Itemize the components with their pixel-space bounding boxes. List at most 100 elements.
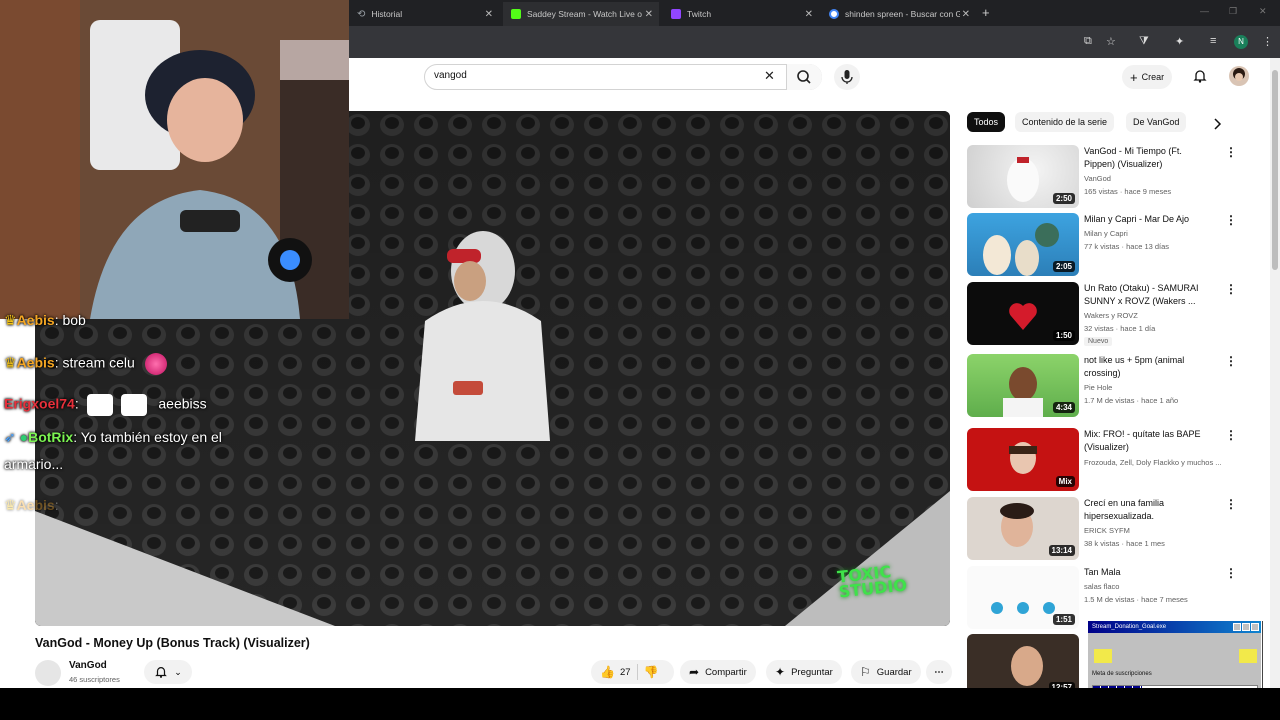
bell-icon [155, 667, 168, 678]
scrollbar-thumb[interactable] [1272, 70, 1278, 270]
channel-name[interactable]: VanGod [69, 660, 107, 671]
more-vertical-icon[interactable]: ⋮ [1225, 213, 1237, 227]
install-app-icon[interactable]: ⧉ [1084, 35, 1092, 48]
video-title: VanGod - Money Up (Bonus Track) (Visuali… [35, 636, 310, 650]
subscriber-count: 46 suscriptores [69, 675, 120, 684]
close-icon [1251, 623, 1259, 631]
sword-icon: ➶ [4, 429, 16, 445]
more-vertical-icon[interactable]: ⋮ [1225, 566, 1237, 580]
more-vertical-icon[interactable]: ⋮ [1225, 497, 1237, 511]
video-thumbnail[interactable]: Mix [967, 428, 1079, 491]
more-horizontal-icon: ⋯ [934, 666, 944, 678]
recommendation-title[interactable]: Un Rato (Otaku) - SAMURAI SUNNY x ROVZ (… [1084, 282, 1204, 308]
google-icon [829, 9, 839, 19]
recommendation-title[interactable]: not like us + 5pm (animal crossing) [1084, 354, 1204, 380]
account-avatar[interactable] [1229, 66, 1249, 86]
browser-menu-icon[interactable]: ⋮ [1262, 35, 1273, 48]
recommendation-channel[interactable]: Pie Hole [1084, 383, 1112, 392]
new-tab-button[interactable]: + [982, 5, 990, 20]
clear-search-icon[interactable]: ✕ [764, 68, 775, 84]
chat-message: ➶ ●BotRix: Yo también estoy en el [4, 429, 222, 445]
more-actions-button[interactable]: ⋯ [926, 660, 952, 684]
notifications-button[interactable] [1192, 68, 1208, 89]
history-icon: ⟲ [357, 8, 366, 20]
plus-icon: + [1130, 69, 1138, 85]
close-tab-icon[interactable]: ✕ [485, 9, 493, 20]
chip-series-content[interactable]: Contenido de la serie [1015, 112, 1115, 132]
browser-profile-avatar[interactable]: N [1234, 35, 1248, 49]
toxic-studio-watermark: TOXIC STUDIO [836, 562, 908, 602]
more-vertical-icon[interactable]: ⋮ [1225, 282, 1237, 296]
extensions-icon[interactable]: ⧩ [1139, 35, 1149, 48]
close-tab-icon[interactable]: ✕ [962, 9, 970, 20]
mic-icon [841, 70, 853, 84]
video-thumbnail[interactable]: 2:50 [967, 145, 1079, 208]
search-box[interactable] [424, 64, 822, 90]
recommendation-channel[interactable]: ERICK SYFM [1084, 526, 1130, 535]
tab-saddey-stream[interactable]: Saddey Stream - Watch Live on ✕ [503, 2, 659, 26]
tab-title: Twitch [687, 9, 712, 19]
chat-message-continued: armario... [4, 456, 64, 472]
thumbs-up-icon: 👍 [600, 665, 615, 679]
video-thumbnail[interactable]: 2:05 [967, 213, 1079, 276]
voice-search-button[interactable] [834, 64, 860, 90]
maximize-icon[interactable]: ❐ [1229, 6, 1237, 17]
recommendation-meta: 1.5 M de vistas · hace 7 meses [1084, 595, 1188, 604]
video-thumbnail[interactable]: 1:51 [967, 566, 1079, 629]
recommendation-channel[interactable]: salas flaco [1084, 582, 1119, 591]
video-duration: 4:34 [1052, 402, 1075, 413]
recommendation-title[interactable]: Milan y Capri - Mar De Ajo [1084, 213, 1204, 226]
close-window-icon[interactable]: ✕ [1259, 6, 1267, 17]
stream-chat-overlay: ♛Aebis: bob ♛Aebis: stream celu Erigxoel… [0, 310, 349, 520]
crown-icon: ♛ [4, 312, 17, 328]
recommendation-title[interactable]: VanGod - Mi Tiempo (Ft. Pippen) (Visuali… [1084, 145, 1204, 171]
bell-icon [1193, 70, 1207, 83]
tab-google-search[interactable]: shinden spreen - Buscar con Go ✕ [821, 2, 976, 26]
more-vertical-icon[interactable]: ⋮ [1225, 428, 1237, 442]
tab-twitch[interactable]: Twitch ✕ [663, 2, 819, 26]
pin-extension-icon[interactable]: ✦ [1175, 35, 1184, 48]
more-vertical-icon[interactable]: ⋮ [1225, 145, 1237, 159]
dislike-button[interactable]: 👎 [644, 665, 659, 679]
search-button[interactable] [786, 64, 822, 90]
recommendation-meta: 77 k vistas · hace 13 días [1084, 242, 1170, 251]
kick-icon [511, 9, 521, 19]
minimize-icon[interactable]: — [1200, 6, 1209, 16]
ask-button[interactable]: ✦ Preguntar [766, 660, 842, 684]
recommendation-title[interactable]: Mix: FRO! - quítate las BAPE (Visualizer… [1084, 428, 1204, 454]
tab-historial[interactable]: ⟲ Historial ✕ [349, 2, 499, 26]
like-dislike-group: 👍 27 👎 [591, 660, 674, 684]
recommendation-channel[interactable]: Frozouda, Zell, Doly Flackko y muchos ..… [1084, 458, 1222, 467]
chevron-right-icon[interactable] [1212, 117, 1222, 135]
share-button[interactable]: ➦ Compartir [680, 660, 756, 684]
recommendation-channel[interactable]: Milan y Capri [1084, 229, 1128, 238]
close-tab-icon[interactable]: ✕ [805, 9, 813, 20]
reading-list-icon[interactable]: ≡ [1210, 35, 1216, 47]
thumbs-down-icon: 👎 [643, 665, 659, 679]
recommendation-channel[interactable]: Wakers y ROVZ [1084, 311, 1138, 320]
recommendation-channel[interactable]: VanGod [1084, 174, 1111, 183]
recommendation-meta: 165 vistas · hace 9 meses [1084, 187, 1172, 196]
channel-avatar[interactable] [35, 660, 61, 686]
save-button[interactable]: ⚐ Guardar [851, 660, 921, 684]
create-button[interactable]: + Crear [1122, 65, 1173, 89]
widget-titlebar: Stream_Donation_Goal.exe [1088, 621, 1261, 633]
recommendation-title[interactable]: Tan Mala [1084, 566, 1204, 579]
create-label: Crear [1141, 72, 1165, 82]
search-input[interactable]: vangod [434, 70, 467, 81]
video-duration: 1:50 [1052, 330, 1075, 341]
video-thumbnail[interactable]: 1:50 [967, 282, 1079, 345]
bookmark-star-icon[interactable]: ☆ [1106, 35, 1116, 48]
video-thumbnail[interactable]: 13:14 [967, 497, 1079, 560]
like-button[interactable]: 👍 27 [600, 665, 631, 679]
maximize-icon [1242, 623, 1250, 631]
more-vertical-icon[interactable]: ⋮ [1225, 354, 1237, 368]
recommendation-title[interactable]: Crecí en una familia hipersexualizada. [1084, 497, 1204, 523]
video-thumbnail[interactable]: 4:34 [967, 354, 1079, 417]
chat-message: ♛Aebis: stream celu [4, 353, 167, 375]
subscription-bell-button[interactable]: ⌄ [144, 660, 192, 684]
close-tab-icon[interactable]: ✕ [645, 9, 653, 20]
like-count: 27 [619, 666, 631, 678]
chip-from-vangod[interactable]: De VanGod [1126, 112, 1187, 132]
chip-todos[interactable]: Todos [967, 112, 1006, 132]
